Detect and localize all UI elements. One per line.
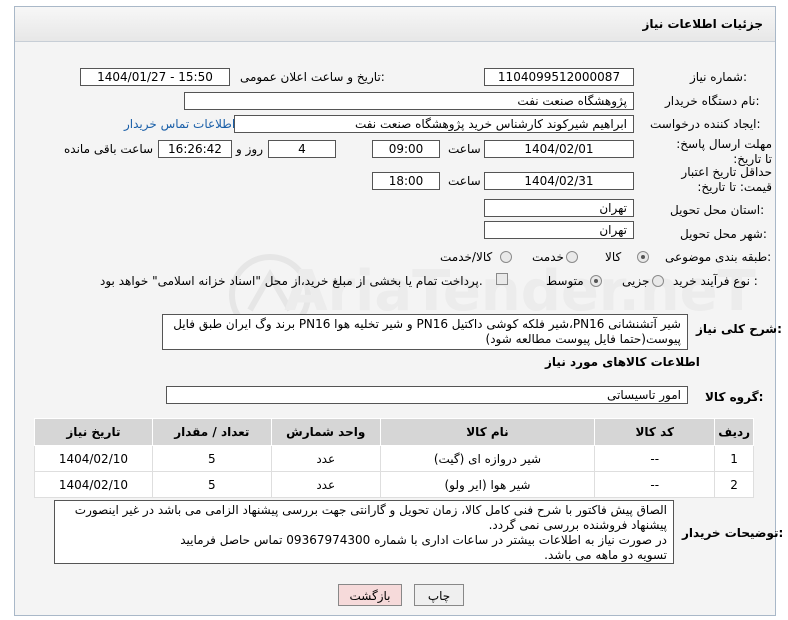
col-unit: واحد شمارش: [270, 418, 381, 446]
back-button[interactable]: بازگشت: [338, 584, 402, 606]
cell-unit: عدد: [270, 445, 381, 472]
need-number-label: شماره نیاز:: [690, 70, 748, 84]
days-label: روز و: [236, 142, 263, 156]
goods-section-heading: اطلاعات کالاهای مورد نیاز: [545, 355, 700, 369]
process-option-medium: متوسط: [546, 274, 584, 288]
price-time-label: ساعت: [448, 174, 481, 188]
category-radio-service[interactable]: [566, 251, 578, 263]
province-label: استان محل تحویل:: [670, 203, 765, 217]
province-field: تهران: [484, 199, 634, 217]
goods-group-label: گروه کالا:: [705, 390, 764, 404]
creator-label: ایجاد کننده درخواست:: [650, 117, 761, 131]
category-option-goods-service: کالا/خدمت: [440, 250, 493, 264]
category-option-goods: کالا: [605, 250, 622, 264]
cell-unit: عدد: [270, 471, 381, 498]
announce-label: تاریخ و ساعت اعلان عمومی:: [240, 70, 385, 84]
cell-name: شیر دروازه ای (گیت): [379, 445, 596, 472]
cell-name: شیر هوا (ایر ولو): [379, 471, 596, 498]
table-header-row: ردیف کد کالا نام کالا واحد شمارش تعداد /…: [34, 418, 754, 446]
announce-field: 1404/01/27 - 15:50: [80, 68, 230, 86]
description-field: شیر آتشنشانی PN16،شیر فلکه کوشی داکتیل P…: [162, 314, 688, 350]
process-option-minor: جزیی: [622, 274, 650, 288]
reply-date-field: 1404/02/01: [484, 140, 634, 158]
col-code: کد کالا: [594, 418, 716, 446]
category-label: طبقه بندی موضوعی:: [665, 250, 772, 264]
table-row: 2 -- شیر هوا (ایر ولو) عدد 5 1404/02/10: [34, 471, 754, 498]
price-date-field: 1404/02/31: [484, 172, 634, 190]
category-radio-goods[interactable]: [637, 251, 649, 263]
buyer-label: نام دستگاه خریدار:: [665, 94, 760, 108]
description-label: شرح کلی نیاز:: [696, 322, 782, 336]
reply-time-field: 09:00: [372, 140, 440, 158]
category-option-service: خدمت: [532, 250, 564, 264]
buyer-notes-field: الصاق پیش فاکتور با شرح فنی کامل کالا، ز…: [54, 500, 674, 564]
table-row: 1 -- شیر دروازه ای (گیت) عدد 5 1404/02/1…: [34, 445, 754, 472]
cell-row: 1: [714, 445, 754, 472]
process-label: نوع فرآیند خرید :: [673, 274, 758, 288]
need-number-field: 1104099512000087: [484, 68, 634, 86]
goods-group-field: امور تاسیساتی: [166, 386, 688, 404]
col-qty: تعداد / مقدار: [151, 418, 272, 446]
category-radio-goods-service[interactable]: [500, 251, 512, 263]
process-radio-medium[interactable]: [590, 275, 602, 287]
cell-row: 2: [714, 471, 754, 498]
city-field: تهران: [484, 221, 634, 239]
cell-qty: 5: [151, 445, 272, 472]
remaining-time-field: 16:26:42: [158, 140, 232, 158]
items-table: ردیف کد کالا نام کالا واحد شمارش تعداد /…: [34, 418, 754, 498]
treasury-payment-checkbox[interactable]: [496, 273, 508, 285]
creator-field: ابراهیم شیرکوند کارشناس خرید پژوهشگاه صن…: [234, 115, 634, 133]
buyer-notes-label: توضیحات خریدار:: [682, 526, 784, 540]
cell-qty: 5: [151, 471, 272, 498]
col-row: ردیف: [714, 418, 754, 446]
treasury-payment-note: پرداخت تمام یا بخشی از مبلغ خرید،از محل …: [100, 274, 483, 288]
buyer-field: پژوهشگاه صنعت نفت: [184, 92, 634, 110]
price-time-field: 18:00: [372, 172, 440, 190]
price-validity-label: حداقل تاریخ اعتبار قیمت: تا تاریخ:: [681, 165, 772, 194]
contact-info-link[interactable]: اطلاعات تماس خریدار: [124, 117, 235, 131]
window-title: جزئیات اطلاعات نیاز: [642, 17, 763, 31]
process-radio-minor[interactable]: [652, 275, 664, 287]
col-name: نام کالا: [379, 418, 596, 446]
col-date: تاریخ نیاز: [34, 418, 153, 446]
reply-deadline-label: مهلت ارسال پاسخ: تا تاریخ:: [676, 137, 772, 166]
cell-code: --: [594, 445, 716, 472]
cell-code: --: [594, 471, 716, 498]
city-label: شهر محل تحویل:: [680, 227, 767, 241]
remaining-time-label: ساعت باقی مانده: [64, 142, 154, 156]
reply-time-label: ساعت: [448, 142, 481, 156]
days-field: 4: [268, 140, 336, 158]
cell-date: 1404/02/10: [34, 445, 153, 472]
window-titlebar: جزئیات اطلاعات نیاز: [15, 7, 775, 42]
print-button[interactable]: چاپ: [414, 584, 464, 606]
cell-date: 1404/02/10: [34, 471, 153, 498]
